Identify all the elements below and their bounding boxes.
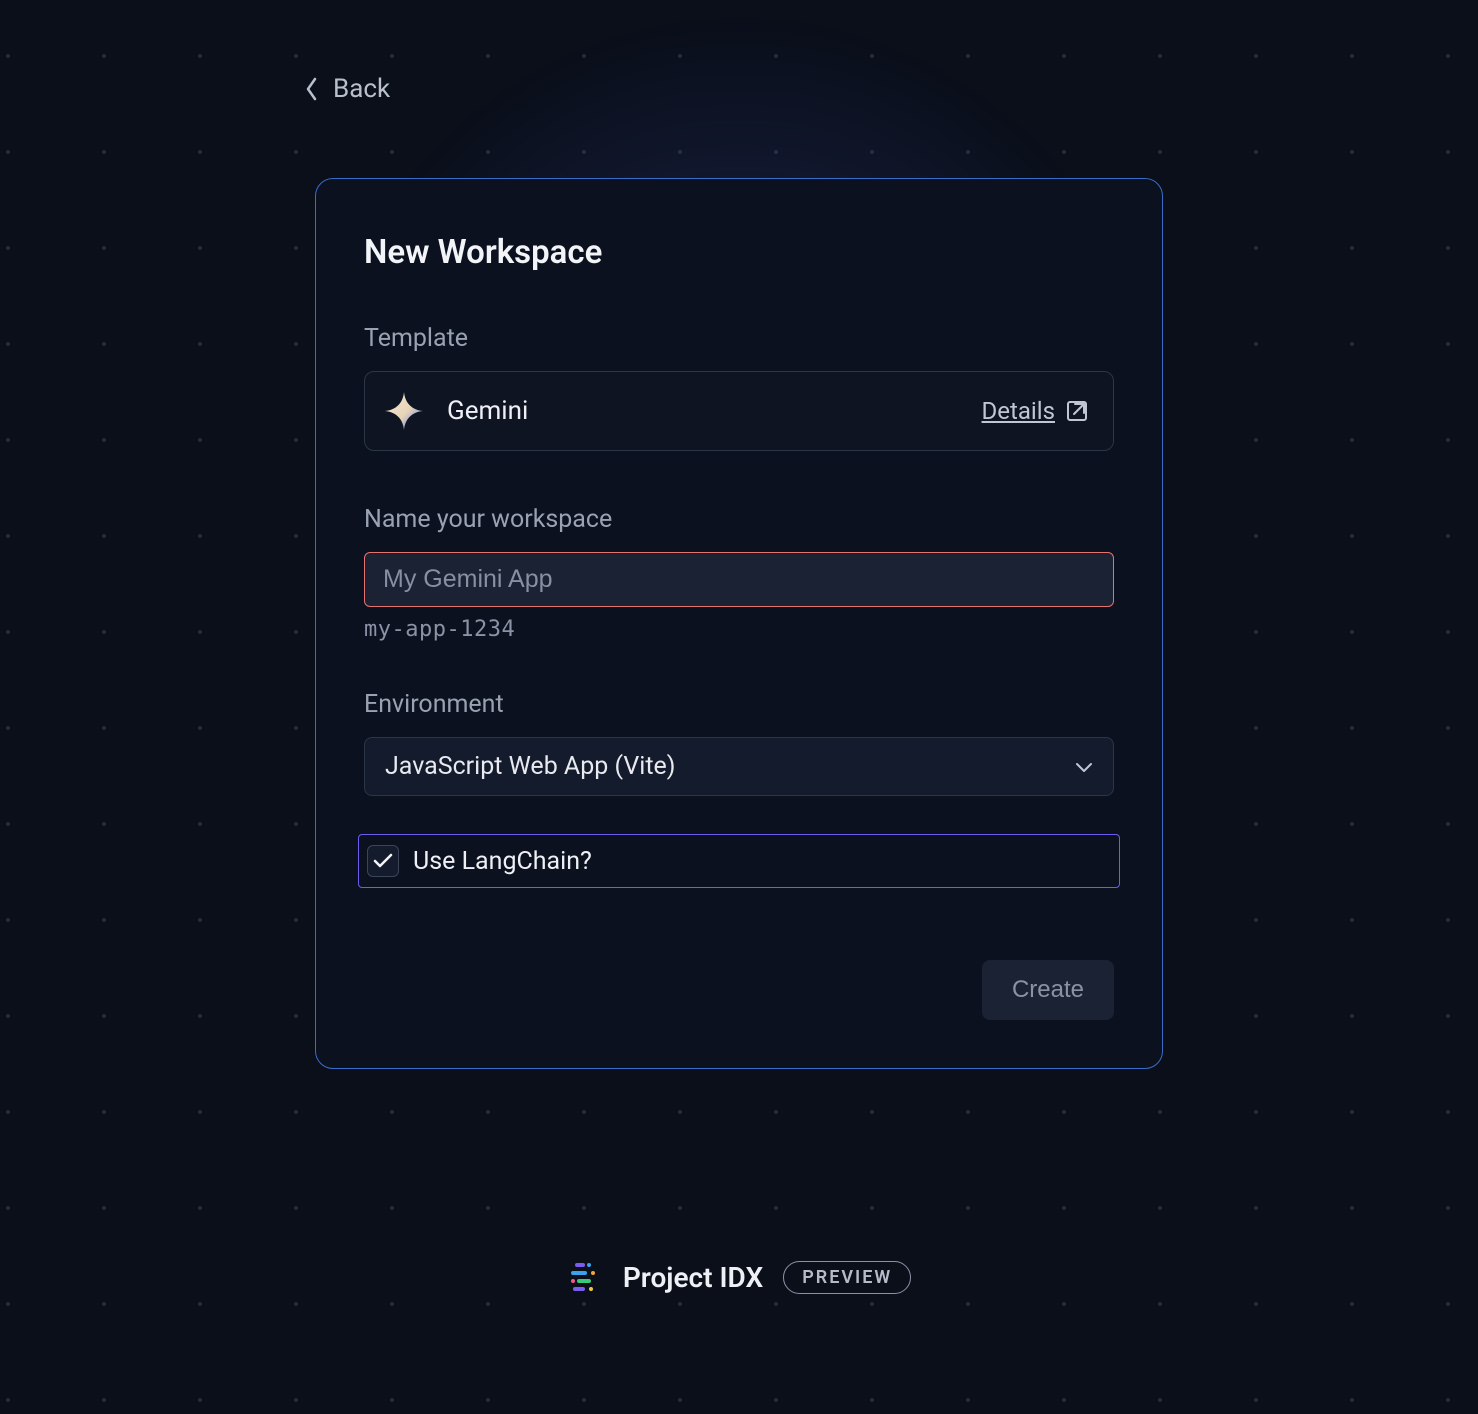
details-label: Details	[982, 397, 1055, 425]
gemini-sparkle-icon	[383, 390, 425, 432]
preview-badge: PREVIEW	[783, 1261, 911, 1294]
project-idx-logo-icon	[567, 1259, 603, 1295]
workspace-name-input[interactable]	[364, 552, 1114, 607]
footer: Project IDX PREVIEW	[567, 1259, 911, 1295]
use-langchain-label: Use LangChain?	[413, 847, 592, 876]
use-langchain-checkbox[interactable]: Use LangChain?	[358, 834, 1120, 888]
workspace-slug: my-app-1234	[364, 617, 1114, 642]
checkbox-box	[367, 845, 399, 877]
back-label: Back	[333, 74, 390, 104]
create-button[interactable]: Create	[982, 960, 1114, 1020]
environment-select[interactable]: JavaScript Web App (Vite)	[364, 737, 1114, 796]
chevron-left-icon	[305, 77, 319, 101]
template-name: Gemini	[447, 396, 528, 426]
template-section-label: Template	[364, 324, 1114, 353]
template-selector[interactable]: Gemini Details	[364, 371, 1114, 451]
template-details-link[interactable]: Details	[982, 397, 1089, 425]
external-link-icon	[1065, 399, 1089, 423]
chevron-down-icon	[1075, 761, 1093, 773]
new-workspace-card: New Workspace Template Gemini D	[315, 178, 1163, 1069]
workspace-name-label: Name your workspace	[364, 505, 1114, 534]
environment-selected-value: JavaScript Web App (Vite)	[385, 752, 675, 781]
environment-section-label: Environment	[364, 690, 1114, 719]
card-title: New Workspace	[364, 233, 1114, 272]
footer-product-name: Project IDX	[623, 1261, 763, 1294]
back-button[interactable]: Back	[305, 74, 1153, 104]
checkmark-icon	[373, 853, 393, 869]
